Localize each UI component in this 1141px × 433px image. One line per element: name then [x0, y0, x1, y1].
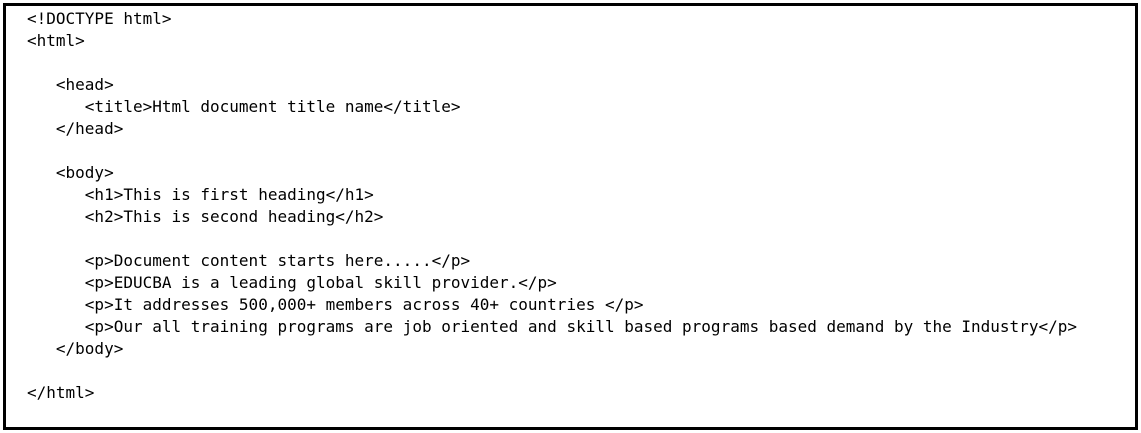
code-line-title: <title>Html document title name</title>: [27, 97, 461, 116]
code-snippet-frame: <!DOCTYPE html> <html> <head> <title>Html…: [3, 3, 1138, 430]
code-line-paragraph-4: <p>Our all training programs are job ori…: [27, 317, 1077, 336]
code-line-doctype: <!DOCTYPE html>: [27, 9, 172, 28]
code-line-html-open: <html>: [27, 31, 85, 50]
code-line-body-close: </body>: [27, 339, 124, 358]
code-line-paragraph-1: <p>Document content starts here.....</p>: [27, 251, 471, 270]
code-line-body-open: <body>: [27, 163, 114, 182]
code-line-head-close: </head>: [27, 119, 124, 138]
code-line-h1: <h1>This is first heading</h1>: [27, 185, 374, 204]
code-block: <!DOCTYPE html> <html> <head> <title>Html…: [27, 8, 1077, 404]
code-line-html-close: </html>: [27, 383, 95, 402]
code-line-paragraph-2: <p>EDUCBA is a leading global skill prov…: [27, 273, 557, 292]
code-line-h2: <h2>This is second heading</h2>: [27, 207, 384, 226]
code-line-paragraph-3: <p>It addresses 500,000+ members across …: [27, 295, 644, 314]
code-line-head-open: <head>: [27, 75, 114, 94]
